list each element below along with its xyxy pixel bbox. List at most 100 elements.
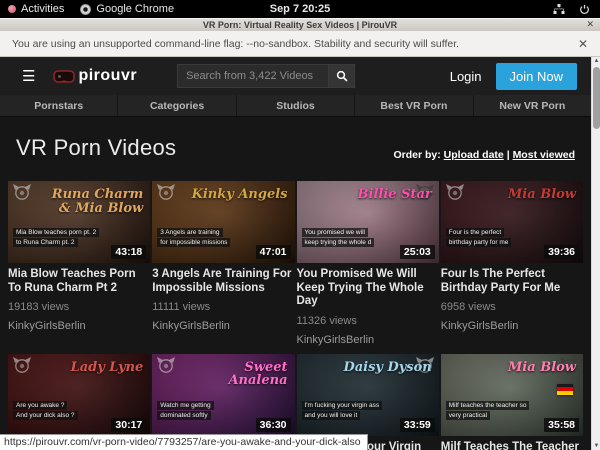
hamburger-menu-icon[interactable]: ☰: [22, 69, 35, 84]
search-icon: [336, 70, 348, 82]
unsupported-flag-warning-bar: You are using an unsupported command-lin…: [0, 31, 600, 57]
video-card[interactable]: Runa Charm & Mia Blow Mia Blow teaches p…: [8, 181, 150, 346]
thumbnail-caption: You promised we willkeep trying the whol…: [302, 228, 375, 247]
scrollbar-thumb[interactable]: [593, 67, 600, 129]
view-count: 19183 views: [8, 301, 150, 313]
thumbnail-caption: 3 Angels are trainingfor impossible miss…: [157, 228, 230, 247]
search-bar: [177, 64, 355, 88]
thumbnail-overlay-title: Billie Star: [358, 188, 432, 202]
video-title[interactable]: You Promised We Will Keep Trying The Who…: [297, 268, 439, 309]
power-icon[interactable]: [579, 4, 590, 15]
video-title[interactable]: 3 Angels Are Training For Impossible Mis…: [152, 268, 294, 295]
thumbnail-overlay-title: Runa Charm & Mia Blow: [47, 188, 144, 215]
scroll-down-arrow-icon[interactable]: ▼: [592, 442, 600, 450]
warning-close-icon[interactable]: ✕: [578, 37, 588, 51]
video-thumbnail[interactable]: Daisy Dyson I'm fucking your virgin assa…: [297, 354, 439, 436]
order-upload-date-link[interactable]: Upload date: [444, 149, 504, 161]
video-card[interactable]: Kinky Angels 3 Angels are trainingfor im…: [152, 181, 294, 346]
chrome-icon: [80, 4, 91, 15]
warning-text: You are using an unsupported command-lin…: [12, 38, 459, 50]
browser-viewport: ☰ pirouvr Login: [0, 57, 600, 450]
studio-cat-logo-icon: [12, 184, 32, 205]
duration-badge: 25:03: [400, 245, 435, 259]
page-title: VR Porn Videos: [16, 135, 176, 161]
view-count: 11326 views: [297, 315, 439, 327]
studio-cat-logo-icon: [445, 184, 465, 205]
studio-cat-logo-icon: [12, 357, 32, 378]
video-thumbnail[interactable]: Billie Star You promised we willkeep try…: [297, 181, 439, 263]
site-logo-text: pirouvr: [78, 67, 137, 85]
activities-button[interactable]: Activities: [8, 3, 64, 15]
video-thumbnail[interactable]: Mia Blow Four is the perfectbirthday par…: [441, 181, 583, 263]
window-close-icon[interactable]: ✕: [586, 19, 594, 30]
join-now-button[interactable]: Join Now: [496, 63, 577, 90]
network-icon[interactable]: [553, 4, 565, 15]
scroll-up-arrow-icon[interactable]: ▲: [592, 57, 600, 65]
nav-item-studios[interactable]: Studios: [237, 95, 354, 116]
order-by-label: Order by:: [393, 149, 440, 161]
thumbnail-overlay-title: Daisy Dyson: [343, 361, 431, 375]
studio-link[interactable]: KinkyGirlsBerlin: [152, 320, 294, 332]
studio-cat-logo-icon: [156, 184, 176, 205]
video-title[interactable]: Milf Teaches The Teacher Some Practical …: [441, 441, 583, 450]
thumbnail-caption: I'm fucking your virgin assand you will …: [302, 401, 383, 420]
desktop-top-bar: Activities Google Chrome Sep 7 20:25: [0, 0, 600, 18]
order-separator: |: [507, 149, 510, 161]
search-button[interactable]: [329, 64, 355, 88]
german-flag-icon: [557, 384, 573, 395]
video-thumbnail[interactable]: Kinky Angels 3 Angels are trainingfor im…: [152, 181, 294, 263]
studio-cat-logo-icon: [156, 357, 176, 378]
thumbnail-overlay-title: Sweet Analena: [191, 361, 288, 388]
thumbnail-caption: Watch me gettingdominated softly: [157, 401, 213, 420]
vr-goggles-icon: [53, 70, 75, 83]
view-count: 6958 views: [441, 301, 583, 313]
duration-badge: 30:17: [111, 418, 146, 432]
video-thumbnail[interactable]: Mia Blow Milf teaches the teacher sovery…: [441, 354, 583, 436]
search-input[interactable]: [177, 64, 329, 88]
window-titlebar[interactable]: VR Porn: Virtual Reality Sex Videos | Pi…: [0, 18, 600, 31]
video-thumbnail[interactable]: Runa Charm & Mia Blow Mia Blow teaches p…: [8, 181, 150, 263]
duration-badge: 43:18: [111, 245, 146, 259]
thumbnail-caption: Mia Blow teaches porn pt. 2to Runa Charm…: [13, 228, 99, 247]
studio-link[interactable]: KinkyGirlsBerlin: [8, 320, 150, 332]
nav-item-new-vr-porn[interactable]: New VR Porn: [474, 95, 591, 116]
main-nav: Pornstars Categories Studios Best VR Por…: [0, 95, 591, 117]
order-by-controls: Order by: Upload date | Most viewed: [393, 149, 575, 161]
app-menu-label: Google Chrome: [96, 3, 174, 15]
thumbnail-overlay-title: Mia Blow: [508, 361, 576, 375]
video-card[interactable]: Billie Star You promised we willkeep try…: [297, 181, 439, 346]
video-card[interactable]: Mia Blow Milf teaches the teacher sovery…: [441, 354, 583, 450]
duration-badge: 47:01: [256, 245, 291, 259]
video-title[interactable]: Four Is The Perfect Birthday Party For M…: [441, 268, 583, 295]
window-title: VR Porn: Virtual Reality Sex Videos | Pi…: [0, 20, 600, 30]
duration-badge: 33:59: [400, 418, 435, 432]
status-bar-url: https://pirouvr.com/vr-porn-video/779325…: [0, 434, 368, 450]
video-thumbnail[interactable]: Lady Lyne Are you awake ?And your dick a…: [8, 354, 150, 436]
activities-label: Activities: [21, 3, 64, 15]
site-header: ☰ pirouvr Login: [0, 57, 591, 95]
browser-scrollbar[interactable]: ▲ ▼: [591, 57, 600, 450]
clock[interactable]: Sep 7 20:25: [270, 3, 331, 15]
thumbnail-overlay-title: Lady Lyne: [71, 361, 144, 375]
activities-indicator-icon: [8, 5, 16, 13]
nav-item-pornstars[interactable]: Pornstars: [0, 95, 117, 116]
thumbnail-caption: Are you awake ?And your dick also ?: [13, 401, 78, 420]
duration-badge: 36:30: [256, 418, 291, 432]
order-most-viewed-link[interactable]: Most viewed: [513, 149, 575, 161]
duration-badge: 35:58: [544, 418, 579, 432]
video-card[interactable]: Mia Blow Four is the perfectbirthday par…: [441, 181, 583, 346]
site-logo[interactable]: pirouvr: [53, 67, 137, 85]
studio-link[interactable]: KinkyGirlsBerlin: [297, 334, 439, 346]
studio-link[interactable]: KinkyGirlsBerlin: [441, 320, 583, 332]
thumbnail-caption: Milf teaches the teacher sovery practica…: [446, 401, 530, 420]
nav-item-best-vr-porn[interactable]: Best VR Porn: [355, 95, 472, 116]
thumbnail-overlay-title: Mia Blow: [508, 188, 576, 202]
video-grid: Runa Charm & Mia Blow Mia Blow teaches p…: [8, 181, 583, 450]
nav-item-categories[interactable]: Categories: [118, 95, 235, 116]
video-thumbnail[interactable]: Sweet Analena Watch me gettingdominated …: [152, 354, 294, 436]
app-menu-google-chrome[interactable]: Google Chrome: [80, 3, 174, 15]
video-title[interactable]: Mia Blow Teaches Porn To Runa Charm Pt 2: [8, 268, 150, 295]
view-count: 11111 views: [152, 301, 294, 313]
login-link[interactable]: Login: [450, 69, 482, 84]
duration-badge: 39:36: [544, 245, 579, 259]
